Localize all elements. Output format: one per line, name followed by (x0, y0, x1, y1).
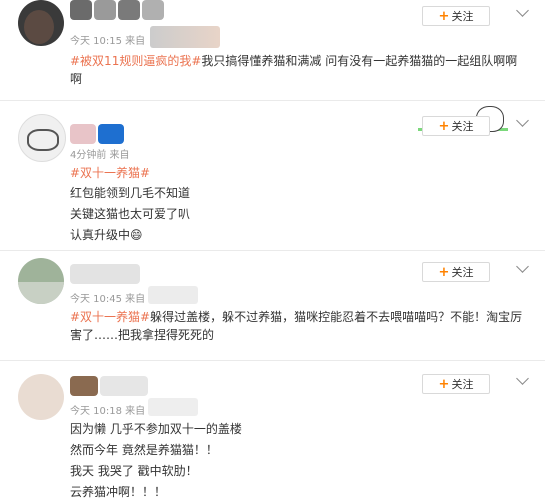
chevron-down-icon[interactable] (516, 114, 529, 127)
post-line: 关键这猫也太可爱了叭 (70, 207, 191, 221)
post-text: #被双11规则逼疯的我#我只搞得懂养猫和满减 问有没有一起养猫猫的一起组队啊啊啊 (70, 54, 518, 86)
plus-icon: + (438, 8, 450, 24)
post-time: 今天 10:15 来自 (70, 36, 146, 47)
post-line: 认真升级中😄 (70, 228, 143, 242)
post-1: + 关注 今天 10:15 来自 #被双11规则逼疯的我#我只搞得懂养猫和满减 … (0, 0, 545, 100)
follow-button[interactable]: + 关注 (422, 262, 490, 282)
chevron-down-icon[interactable] (516, 4, 529, 17)
post-time: 4分钟前 来自 (70, 150, 130, 161)
username-blurred[interactable] (70, 124, 130, 144)
post-3: + 关注 今天 10:45 来自 #双十一养猫#躲得过盖楼，躲不过养猫，猫咪控能… (0, 250, 545, 360)
follow-button[interactable]: + 关注 (422, 6, 490, 26)
post-time: 今天 10:18 来自 (70, 406, 146, 417)
blurred-source (148, 398, 198, 416)
post-line: 红包能领到几毛不知道 (70, 186, 191, 200)
username-blurred[interactable] (70, 376, 180, 398)
blurred-source (150, 26, 220, 48)
topic-link[interactable]: #双十一养猫# (70, 164, 150, 181)
topic-link[interactable]: #双十一养猫# (70, 310, 150, 324)
post-time: 今天 10:45 来自 (70, 294, 146, 305)
avatar[interactable] (18, 114, 66, 162)
chevron-down-icon[interactable] (516, 372, 529, 385)
post-text: #双十一养猫#躲得过盖楼，躲不过养猫，猫咪控能忍着不去喂喵喵吗？不能！淘宝厉害了… (70, 310, 523, 342)
post-line: 我天 我哭了 戳中软肋！ (70, 464, 198, 478)
plus-icon: + (438, 376, 450, 392)
post-line: 然而今年 竟然是养猫猫！！ (70, 443, 218, 457)
avatar[interactable] (18, 258, 64, 304)
post-2: + 关注 4分钟前 来自 #双十一养猫# 红包能领到几毛不知道 关键这猫也太可爱… (0, 100, 545, 250)
avatar[interactable] (18, 0, 64, 46)
avatar[interactable] (18, 374, 64, 420)
blurred-source (148, 286, 198, 304)
post-line: 因为懒 几乎不参加双十一的盖楼 (70, 422, 242, 436)
post-line: 云养猫冲啊！！！ (70, 485, 167, 499)
post-4: + 关注 今天 10:18 来自 因为懒 几乎不参加双十一的盖楼 然而今年 竟然… (0, 360, 545, 504)
topic-link[interactable]: #被双11规则逼疯的我# (70, 54, 201, 68)
follow-button[interactable]: + 关注 (422, 374, 490, 394)
chevron-down-icon[interactable] (516, 260, 529, 273)
username-blurred[interactable] (70, 264, 180, 286)
follow-button[interactable]: + 关注 (422, 116, 490, 136)
username-blurred[interactable] (70, 0, 220, 24)
plus-icon: + (438, 118, 450, 134)
plus-icon: + (438, 264, 450, 280)
